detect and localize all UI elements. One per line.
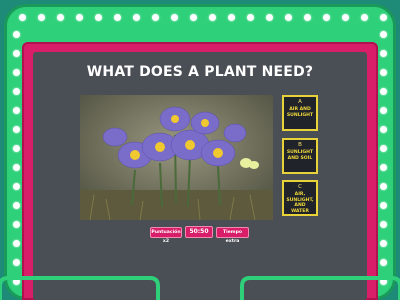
marquee-bulb [209,14,216,21]
marquee-bulb [152,14,159,21]
marquee-bulb [13,202,20,209]
marquee-bulb [13,240,20,247]
answer-b-button[interactable]: B SUNLIGHT AND SOIL [282,138,318,174]
marquee-bulb [380,221,387,228]
marquee-bulb [38,14,45,21]
marquee-bulb [380,145,387,152]
flowers-photo [80,95,273,220]
answer-text: AIR, SUNLIGHT, AND WATER [286,192,314,214]
marquee-bulb [266,14,273,21]
timer-display: 50:50 [185,226,213,238]
marquee-bulb [380,31,387,38]
marquee-bulb [114,14,121,21]
question-title: WHAT DOES A PLANT NEED? [86,64,314,80]
marquee-bulb [361,14,368,21]
marquee-bulb [380,50,387,57]
answer-letter: A [298,99,302,105]
marquee-bulb [342,14,349,21]
marquee-bulb [13,31,20,38]
marquee-bulb [190,14,197,21]
answer-a-button[interactable]: A AIR AND SUNLIGHT [282,95,318,131]
marquee-bulb [13,50,20,57]
marquee-bulb [380,69,387,76]
question-image [80,95,273,220]
marquee-bulb [13,183,20,190]
answer-letter: C [298,184,302,190]
stand-right-decoration [240,276,400,300]
marquee-bulb [171,14,178,21]
marquee-bulb [76,14,83,21]
marquee-bulb [380,202,387,209]
marquee-bulb [380,14,387,21]
answer-letter: B [298,142,302,148]
marquee-bulb [13,126,20,133]
marquee-bulb [380,259,387,266]
marquee-bulb [13,259,20,266]
marquee-bulb [57,14,64,21]
marquee-bulb [380,240,387,247]
marquee-bulb [228,14,235,21]
marquee-bulb [285,14,292,21]
marquee-bulb [13,164,20,171]
marquee-bulb [380,126,387,133]
answer-text: AIR AND SUNLIGHT [286,107,314,118]
marquee-bulb [380,164,387,171]
marquee-bulb [380,107,387,114]
marquee-bulb [13,221,20,228]
marquee-bulb [19,14,26,21]
marquee-bulb [13,145,20,152]
stand-left-decoration [0,276,160,300]
extra-time-button[interactable]: Tiempo extra [216,227,249,244]
answer-text: SUNLIGHT AND SOIL [286,150,314,161]
marquee-bulb [133,14,140,21]
marquee-bulb [380,183,387,190]
marquee-bulb [304,14,311,21]
marquee-bulb [247,14,254,21]
double-score-button[interactable]: Puntuación x2 [150,227,182,244]
marquee-bulb [13,107,20,114]
marquee-bulb [380,88,387,95]
marquee-bulb [13,88,20,95]
marquee-bulb [95,14,102,21]
answer-c-button[interactable]: C AIR, SUNLIGHT, AND WATER [282,180,318,216]
marquee-bulb [323,14,330,21]
marquee-bulb [13,69,20,76]
